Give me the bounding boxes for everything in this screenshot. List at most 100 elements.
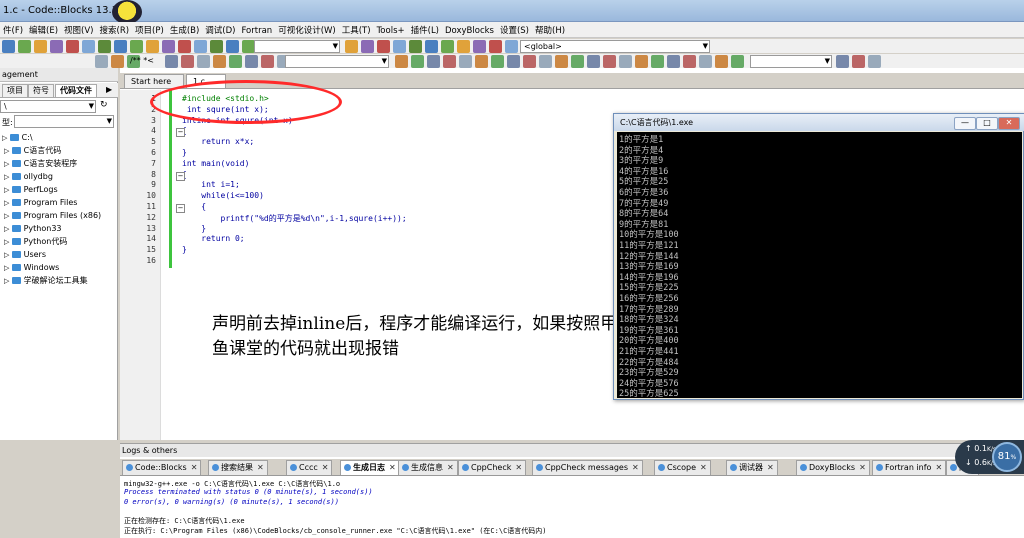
toolbar-tool-icon[interactable] <box>587 55 600 68</box>
close-icon[interactable]: ✕ <box>632 463 639 472</box>
toolbar-tool-icon[interactable] <box>197 55 210 68</box>
toolbar-tool-icon[interactable] <box>213 55 226 68</box>
code-line[interactable]: } <box>182 148 187 157</box>
tree-item[interactable]: ▷ Program Files <box>4 196 77 209</box>
toolbar-tool-icon[interactable] <box>571 55 584 68</box>
toolbar-tool-icon[interactable] <box>261 55 274 68</box>
toolbar-tool-icon[interactable] <box>619 55 632 68</box>
toolbar-tool-icon[interactable] <box>66 40 79 53</box>
toolbar-tool-icon[interactable] <box>489 40 502 53</box>
toolbar-tool-icon[interactable] <box>18 40 31 53</box>
toolbar-tool-icon[interactable] <box>95 55 108 68</box>
tree-item[interactable]: ▷ ollydbg <box>4 170 53 183</box>
menu-item[interactable]: 编辑(E) <box>26 22 61 36</box>
toolbar-tool-icon[interactable] <box>473 40 486 53</box>
toolbar-tool-icon[interactable] <box>699 55 712 68</box>
code-line[interactable]: while(i<=100) <box>182 191 264 200</box>
chevron-right-icon[interactable]: ▶ <box>106 85 112 94</box>
menu-item[interactable]: 帮助(H) <box>532 22 568 36</box>
toolbar-tool-icon[interactable] <box>50 40 63 53</box>
expander-icon[interactable]: ▷ <box>2 134 10 142</box>
code-line[interactable]: return x*x; <box>182 137 254 146</box>
menu-item[interactable]: 项目(P) <box>132 22 167 36</box>
toolbar-tool-icon[interactable] <box>245 55 258 68</box>
close-icon[interactable]: ✕ <box>389 463 396 472</box>
toolbar-tool-icon[interactable] <box>98 40 111 53</box>
close-icon[interactable]: ✕ <box>859 463 866 472</box>
menu-item[interactable]: 视图(V) <box>61 22 96 36</box>
tab-symbols[interactable]: 符号 <box>28 84 54 97</box>
close-icon[interactable]: ✕ <box>447 463 454 472</box>
toolbar-tool-icon[interactable] <box>210 40 223 53</box>
toolbar-tool-icon[interactable] <box>178 40 191 53</box>
log-tab[interactable]: Code::Blocks ✕ <box>122 460 202 475</box>
fold-icon[interactable]: − <box>176 128 185 138</box>
tab-projects[interactable]: 项目 <box>2 84 28 97</box>
toolbar-tool-icon[interactable] <box>505 40 518 53</box>
menu-item[interactable]: 生成(B) <box>167 22 202 36</box>
menu-item[interactable]: 可视化设计(W) <box>275 22 339 36</box>
toolbar-tool-icon[interactable] <box>443 55 456 68</box>
tree-item[interactable]: ▷ PerfLogs <box>4 183 58 196</box>
search-combo[interactable]: ▼ <box>285 55 389 68</box>
minimize-button[interactable]: — <box>954 117 976 130</box>
menu-item[interactable]: 调试(D) <box>202 22 238 36</box>
toolbar-tool-icon[interactable] <box>409 40 422 53</box>
toolbar-tool-icon[interactable] <box>194 40 207 53</box>
toolbar-tool-icon[interactable] <box>836 55 849 68</box>
expander-icon[interactable]: ▷ <box>4 251 12 259</box>
toolbar-tool-icon[interactable] <box>852 55 865 68</box>
code-line[interactable]: printf("%d的平方是%d\n",i-1,squre(i++)); <box>182 213 407 224</box>
tree-item[interactable]: ▷ 学破解论坛工具集 <box>4 274 88 287</box>
menu-item[interactable]: 搜索(R) <box>97 22 133 36</box>
tab-start-here[interactable]: Start here ✕ <box>124 74 184 99</box>
toolbar-tool-icon[interactable] <box>683 55 696 68</box>
log-tab[interactable]: 生成信息 ✕ <box>398 460 458 475</box>
toolbar-tool-icon[interactable] <box>226 40 239 53</box>
toolbar-tool-icon[interactable] <box>459 55 472 68</box>
expander-icon[interactable]: ▷ <box>4 186 12 194</box>
code-line[interactable]: } <box>182 224 206 233</box>
close-icon[interactable]: ✕ <box>191 463 198 472</box>
close-icon[interactable]: ✕ <box>515 463 522 472</box>
refresh-icon[interactable]: ↻ <box>100 100 108 110</box>
close-icon[interactable]: ✕ <box>767 463 774 472</box>
maximize-button[interactable]: □ <box>976 117 998 130</box>
expander-icon[interactable]: ▷ <box>4 212 12 220</box>
menu-item[interactable]: 插件(L) <box>408 22 442 36</box>
toolbar-tool-icon[interactable] <box>130 40 143 53</box>
toolbar-tool-icon[interactable] <box>345 40 358 53</box>
menu-item[interactable]: 件(F) <box>0 22 26 36</box>
log-tab[interactable]: 生成日志 ✕ <box>340 460 400 475</box>
target-combo[interactable]: ▼ <box>254 40 340 53</box>
console-window[interactable]: C:\C语言代码\1.exe — □ ✕ 1的平方是1 2的平方是4 3的平方是9 4… <box>613 113 1024 400</box>
toolbar-tool-icon[interactable] <box>2 40 15 53</box>
code-line[interactable]: { <box>182 202 206 211</box>
code-line[interactable]: int i=1; <box>182 180 240 189</box>
menu-item[interactable]: DoxyBlocks <box>442 24 497 36</box>
toolbar-tool-icon[interactable] <box>715 55 728 68</box>
toolbar-tool-icon[interactable] <box>491 55 504 68</box>
tree-item[interactable]: ▷ Python33 <box>4 222 62 235</box>
toolbar-tool-icon[interactable] <box>425 40 438 53</box>
expander-icon[interactable]: ▷ <box>4 264 12 272</box>
toolbar-tool-icon[interactable] <box>457 40 470 53</box>
log-tab[interactable]: Fortran info ✕ <box>872 460 947 475</box>
scope-combo[interactable]: <global> ▼ <box>520 40 710 53</box>
toolbar-tool-icon[interactable] <box>427 55 440 68</box>
menu-item[interactable]: 设置(S) <box>497 22 532 36</box>
toolbar-tool-icon[interactable] <box>377 40 390 53</box>
toolbar-tool-icon[interactable] <box>475 55 488 68</box>
tree-item[interactable]: ▷ C语言安装程序 <box>4 157 77 170</box>
close-button[interactable]: ✕ <box>998 117 1020 130</box>
tree-item[interactable]: ▷ Program Files (x86) <box>4 209 101 222</box>
fold-icon[interactable]: − <box>176 171 185 181</box>
toolbar-tool-icon[interactable] <box>635 55 648 68</box>
log-tab[interactable]: 调试器 ✕ <box>726 460 778 475</box>
toolbar-tool-icon[interactable] <box>165 55 178 68</box>
toolbar-tool-icon[interactable] <box>361 40 374 53</box>
toolbar-tool-icon[interactable] <box>181 55 194 68</box>
code-line[interactable]: } <box>182 245 187 254</box>
toolbar-tool-icon[interactable] <box>393 40 406 53</box>
tree-item[interactable]: ▷ Windows <box>4 261 59 274</box>
